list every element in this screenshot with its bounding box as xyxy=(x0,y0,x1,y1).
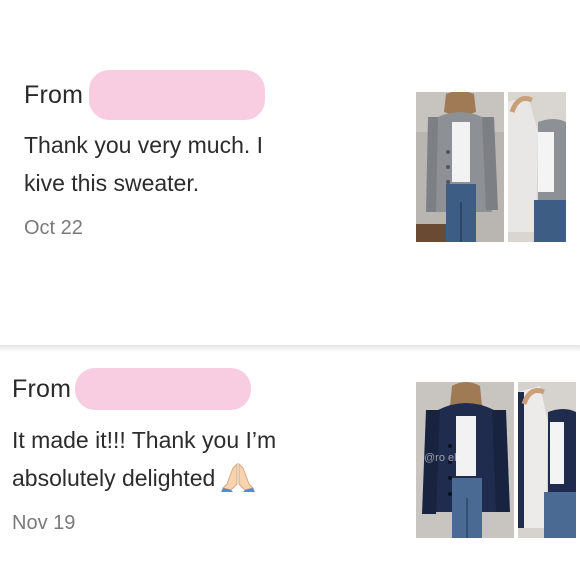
from-row: From xyxy=(12,368,252,410)
photo-illustration xyxy=(508,92,566,242)
review-card-2: From It made it!!! Thank you I’m absolut… xyxy=(0,352,580,580)
redacted-name xyxy=(89,70,266,120)
from-row: From xyxy=(24,70,266,120)
folded-hands-icon xyxy=(221,462,256,503)
message-line: It made it!!! Thank you I’m xyxy=(12,427,277,453)
navy-cardigan-lining-photo[interactable] xyxy=(518,382,576,538)
photo-illustration xyxy=(518,382,576,538)
review-date: Nov 19 xyxy=(12,512,76,534)
grey-cardigan-front-photo[interactable] xyxy=(416,92,504,242)
from-label: From xyxy=(12,374,72,403)
section-divider xyxy=(0,345,580,352)
review-card-1: From Thank you very much. I kive this sw… xyxy=(0,0,580,345)
review-message: It made it!!! Thank you I’m absolutely d… xyxy=(12,421,276,503)
watermark-text: @ro eli xyxy=(424,452,460,464)
review-photos[interactable] xyxy=(416,92,566,242)
navy-cardigan-front-photo[interactable]: @ro eli xyxy=(416,382,514,538)
grey-cardigan-lining-photo[interactable] xyxy=(508,92,566,242)
from-label: From xyxy=(24,80,84,109)
review-message: Thank you very much. I kive this sweater… xyxy=(24,126,263,202)
message-line: Thank you very much. I xyxy=(24,132,264,158)
redacted-name xyxy=(75,368,252,410)
review-date: Oct 22 xyxy=(24,217,83,239)
message-text: absolutely delighted xyxy=(12,465,216,491)
message-line: absolutely delighted xyxy=(12,459,276,503)
review-photos[interactable]: @ro eli xyxy=(416,382,576,538)
message-line: kive this sweater. xyxy=(24,170,200,196)
photo-illustration xyxy=(416,92,504,242)
